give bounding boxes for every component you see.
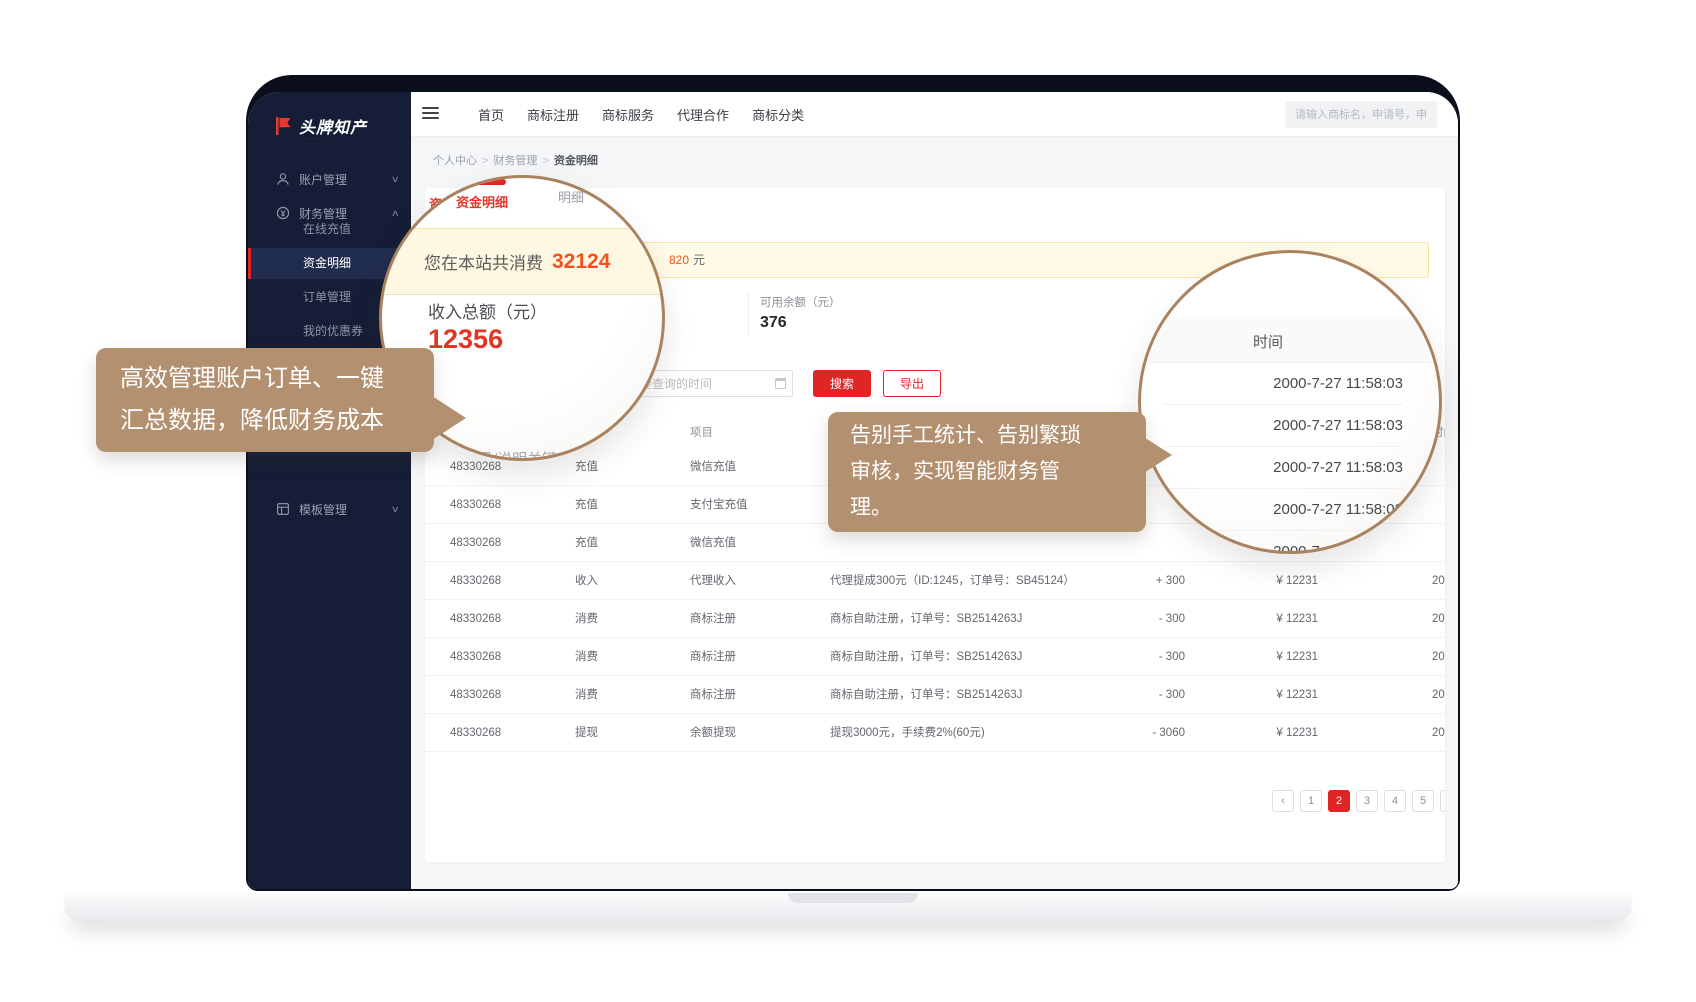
stat-balance-value: 376 bbox=[760, 314, 787, 332]
callout-text-line: 高效管理账户订单、一键 bbox=[120, 358, 410, 400]
magnified-banner-value: 32124 bbox=[552, 250, 610, 274]
breadcrumb: 个人中心>财务管理>资金明细 bbox=[411, 137, 1458, 188]
magnifier-circle-right: 时间 2000-7-27 11:58:03 2000-7-27 11:58:03… bbox=[1138, 250, 1442, 554]
trademark-search-input[interactable] bbox=[1285, 101, 1437, 128]
stat-divider bbox=[748, 292, 749, 336]
nav-link-trademark-register[interactable]: 商标注册 bbox=[527, 105, 579, 124]
active-tab-underline bbox=[456, 179, 506, 185]
pagination-page-1[interactable]: 1 bbox=[1300, 790, 1322, 812]
table-row[interactable]: 48330268提现余额提现提现3000元，手续费2%(60元)- 3060¥ … bbox=[425, 714, 1445, 752]
pagination-page-5[interactable]: 5 bbox=[1412, 790, 1434, 812]
sidebar-item-account[interactable]: 账户管理 ∨ bbox=[248, 164, 411, 194]
chevron-down-icon: ∨ bbox=[391, 174, 400, 185]
callout-right-arrow bbox=[1142, 436, 1172, 474]
pagination-prev-button[interactable]: ‹ bbox=[1272, 790, 1294, 812]
pagination-page-4[interactable]: 4 bbox=[1384, 790, 1406, 812]
caret-down-icon: ∨ bbox=[692, 420, 701, 446]
pagination-page-3[interactable]: 3 bbox=[1356, 790, 1378, 812]
brand-name: 头牌知产 bbox=[299, 114, 367, 138]
magnified-time-cell: 2000-7-27 11:58:03 bbox=[1163, 489, 1403, 531]
banner-unit: 元 bbox=[693, 253, 705, 267]
table-row[interactable]: 48330268消费商标注册商标自助注册，订单号：SB2514263J- 300… bbox=[425, 638, 1445, 676]
nav-link-trademark-category[interactable]: 商标分类 bbox=[752, 105, 804, 124]
callout-text-line: 汇总数据，降低财务成本 bbox=[120, 400, 410, 442]
table-row[interactable]: 48330268消费商标注册商标自助注册，订单号：SB2514263J- 300… bbox=[425, 676, 1445, 714]
magnified-time-header: 时间 bbox=[1253, 331, 1283, 352]
top-navbar: 首页 商标注册 商标服务 代理合作 商标分类 bbox=[411, 92, 1458, 137]
sidebar-item-label: 模板管理 bbox=[299, 501, 347, 518]
active-indicator bbox=[248, 248, 251, 279]
export-button[interactable]: 导出 bbox=[883, 370, 941, 397]
sidebar-item-template[interactable]: 模板管理 ∨ bbox=[248, 494, 411, 524]
callout-left-arrow bbox=[432, 396, 466, 440]
magnified-income-value: 12356 bbox=[428, 324, 503, 355]
chevron-down-icon: ∨ bbox=[391, 504, 400, 515]
hamburger-menu-icon[interactable] bbox=[422, 107, 439, 122]
callout-text-line: 理。 bbox=[850, 490, 1124, 526]
breadcrumb-item[interactable]: 个人中心 bbox=[433, 155, 477, 167]
magnified-time-cell: 2000-7-27 11:58:03 bbox=[1163, 405, 1403, 447]
banner-amount: 820 bbox=[669, 253, 689, 267]
callout-text-line: 审核，实现智能财务管 bbox=[850, 454, 1124, 490]
magnified-banner: 您在本站共消费 32124 bbox=[382, 228, 662, 295]
magnified-tab-label: 资金明细 bbox=[456, 192, 508, 211]
stat-balance-label: 可用余额（元） bbox=[760, 294, 841, 310]
pagination: ‹ 1 2 3 4 5 › bbox=[1272, 790, 1445, 812]
magnified-banner-prefix: 您在本站共消费 bbox=[424, 249, 543, 274]
table-row[interactable]: 48330268消费商标注册商标自助注册，订单号：SB2514263J- 300… bbox=[425, 600, 1445, 638]
magnified-time-cell: 2000-7-27 11:58:03 bbox=[1163, 531, 1403, 554]
pagination-next-button[interactable]: › bbox=[1440, 790, 1445, 812]
nav-link-trademark-service[interactable]: 商标服务 bbox=[602, 105, 654, 124]
callout-text-line: 告别手工统计、告别繁琐 bbox=[850, 418, 1124, 454]
brand-subtext: ······· bbox=[300, 136, 333, 142]
nav-link-agency[interactable]: 代理合作 bbox=[677, 105, 729, 124]
magnified-time-cell: 2000-7-27 11:58:03 bbox=[1163, 363, 1403, 405]
user-icon bbox=[276, 172, 290, 186]
magnified-time-cell: 2000-7-27 11:58:03 bbox=[1163, 447, 1403, 489]
calendar-icon[interactable] bbox=[775, 378, 786, 389]
logo-flag-icon bbox=[273, 116, 293, 136]
breadcrumb-item[interactable]: 财务管理 bbox=[493, 155, 537, 167]
logo[interactable]: 头牌知产 bbox=[273, 114, 367, 138]
search-button[interactable]: 搜索 bbox=[813, 370, 871, 397]
magnified-time-header-band: 时间 bbox=[1141, 317, 1439, 363]
nav-link-home[interactable]: 首页 bbox=[478, 105, 504, 124]
sidebar-item-label: 账户管理 bbox=[299, 171, 347, 188]
template-icon bbox=[276, 502, 290, 516]
table-row[interactable]: 48330268收入代理收入代理提成300元（ID:1245，订单号：SB451… bbox=[425, 562, 1445, 600]
page: 头牌知产 ······· 账户管理 ∨ 财务管理 ∧ bbox=[0, 0, 1696, 1002]
callout-left: 高效管理账户订单、一键 汇总数据，降低财务成本 bbox=[96, 348, 434, 452]
sidebar: 头牌知产 ······· 账户管理 ∨ 财务管理 ∧ bbox=[248, 92, 411, 889]
pagination-page-2-active[interactable]: 2 bbox=[1328, 790, 1350, 812]
callout-right: 告别手工统计、告别繁琐 审核，实现智能财务管 理。 bbox=[828, 412, 1146, 532]
magnified-income-label: 收入总额（元） bbox=[428, 298, 547, 323]
breadcrumb-current: 资金明细 bbox=[554, 155, 598, 167]
magnified-tab-fragment: 明细 bbox=[558, 187, 584, 206]
laptop-base-notch bbox=[788, 893, 918, 903]
